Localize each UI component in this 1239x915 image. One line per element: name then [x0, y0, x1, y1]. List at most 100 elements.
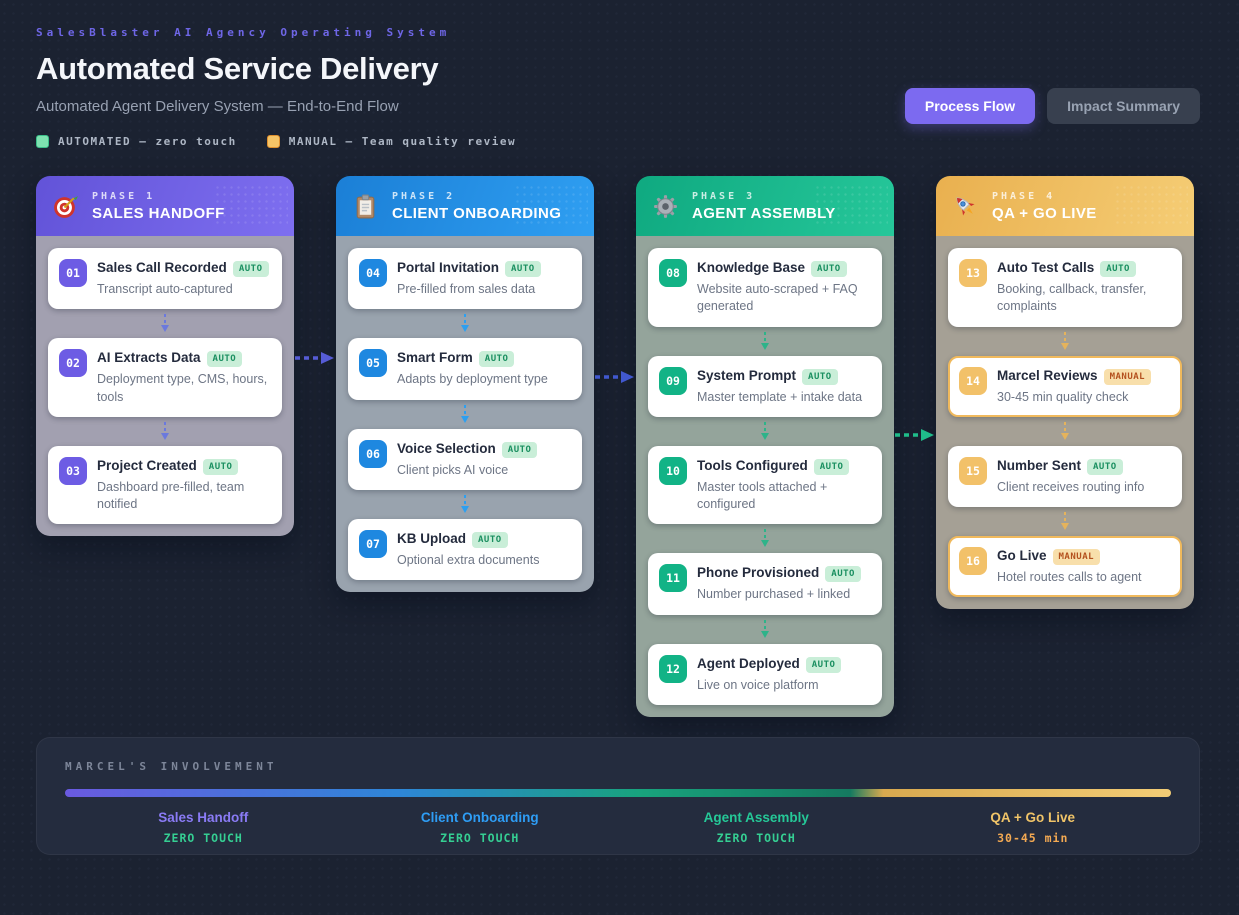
step-arrow-down-icon	[1060, 512, 1070, 531]
phase-header-text: PHASE 2CLIENT ONBOARDING	[392, 191, 561, 222]
step-card-04: 04Portal InvitationAUTOPre-filled from s…	[348, 248, 582, 309]
step-arrow-down-icon	[460, 314, 470, 333]
process-flow-tab[interactable]: Process Flow	[905, 88, 1035, 124]
phase-title: CLIENT ONBOARDING	[392, 205, 561, 222]
step-arrow-down-icon	[760, 332, 770, 351]
flow-arrow-right-icon	[295, 351, 335, 365]
step-title-row: Phone ProvisionedAUTO	[697, 564, 871, 582]
view-tabs: Process Flow Impact Summary	[905, 88, 1200, 124]
phase-body: 13Auto Test CallsAUTOBooking, callback, …	[936, 236, 1194, 609]
automated-swatch-icon	[36, 135, 49, 148]
step-arrow-down-icon	[1060, 422, 1070, 441]
step-description: Optional extra documents	[397, 552, 571, 569]
legend-label: MANUAL — Team quality review	[289, 135, 516, 148]
step-connector	[648, 417, 882, 446]
flow-arrow-right-icon	[895, 428, 935, 442]
involvement-phase-label: Agent Assembly	[618, 810, 895, 825]
auto-badge: AUTO	[502, 442, 538, 458]
step-card-12: 12 Agent DeployedAUTO Live on voice platfo…	[648, 644, 882, 705]
step-connector	[348, 309, 582, 338]
step-title: Sales Call Recorded	[97, 260, 227, 275]
step-number-badge: 13	[959, 259, 987, 287]
step-description: Number purchased + linked	[697, 586, 871, 603]
involvement-segment: Sales HandoffZERO TOUCH	[65, 810, 342, 845]
step-content: Portal InvitationAUTOPre-filled from sal…	[397, 259, 571, 298]
auto-badge: AUTO	[203, 459, 239, 475]
step-number-badge: 07	[359, 530, 387, 558]
step-arrow-down-icon	[1060, 332, 1070, 351]
impact-summary-tab[interactable]: Impact Summary	[1047, 88, 1200, 124]
auto-badge: AUTO	[207, 351, 243, 367]
dot-pattern	[214, 184, 288, 228]
involvement-panel: MARCEL'S INVOLVEMENT Sales HandoffZERO T…	[36, 737, 1200, 855]
auto-badge: AUTO	[505, 261, 541, 277]
phase-body: 08Knowledge BaseAUTOWebsite auto-scraped…	[636, 236, 894, 717]
rocket-icon	[952, 193, 979, 220]
step-content: System PromptAUTOMaster template + intak…	[697, 367, 871, 406]
step-title: Project Created	[97, 458, 197, 473]
step-card-07: 07KB UploadAUTOOptional extra documents	[348, 519, 582, 580]
step-title: AI Extracts Data	[97, 350, 201, 365]
legend-label: AUTOMATED — zero touch	[58, 135, 237, 148]
involvement-phase-value: 30-45 min	[895, 831, 1172, 845]
step-title: System Prompt	[697, 368, 796, 383]
step-number-badge: 05	[359, 349, 387, 377]
step-title-row: Knowledge BaseAUTO	[697, 259, 871, 277]
step-content: Voice SelectionAUTOClient picks AI voice	[397, 440, 571, 479]
step-title: Agent Deployed	[697, 656, 800, 671]
step-card-11: 11Phone ProvisionedAUTONumber purchased …	[648, 553, 882, 614]
step-title-row: Go LiveMANUAL	[997, 547, 1171, 565]
phase-column-4: PHASE 4QA + GO LIVE 13Auto Test CallsAUTO…	[936, 176, 1194, 609]
step-connector	[48, 417, 282, 446]
target-icon	[52, 193, 79, 220]
step-title-row: Project Created AUTO	[97, 457, 271, 475]
legend: AUTOMATED — zero touch MANUAL — Team qual…	[36, 135, 516, 148]
step-card-08: 08Knowledge BaseAUTOWebsite auto-scraped…	[648, 248, 882, 327]
step-description: Live on voice platform	[697, 677, 871, 694]
step-title-row: Number SentAUTO	[997, 457, 1171, 475]
step-connector	[648, 615, 882, 644]
step-number-badge: 09	[659, 367, 687, 395]
phase-header-text: PHASE 3AGENT ASSEMBLY	[692, 191, 836, 222]
phase-header: PHASE 3AGENT ASSEMBLY	[636, 176, 894, 236]
phase-header-text: PHASE 4QA + GO LIVE	[992, 191, 1097, 222]
step-number-badge: 12	[659, 655, 687, 683]
step-title: KB Upload	[397, 531, 466, 546]
step-content: Number SentAUTOClient receives routing i…	[997, 457, 1171, 496]
step-content: Smart FormAUTOAdapts by deployment type	[397, 349, 571, 388]
manual-badge: MANUAL	[1053, 549, 1101, 565]
step-description: Master template + intake data	[697, 389, 871, 406]
step-card-09: 09 System PromptAUTOMaster template + int…	[648, 356, 882, 417]
auto-badge: AUTO	[233, 261, 269, 277]
step-connector	[48, 309, 282, 338]
step-title: Marcel Reviews	[997, 368, 1098, 383]
step-card-01: 01Sales Call RecordedAUTOTranscript auto…	[48, 248, 282, 309]
involvement-phase-value: ZERO TOUCH	[65, 831, 342, 845]
gear-icon	[652, 193, 679, 220]
step-description: Adapts by deployment type	[397, 371, 571, 388]
step-connector	[948, 327, 1182, 356]
step-content: Project CreatedAUTODashboard pre-filled,…	[97, 457, 271, 514]
step-number-badge: 02	[59, 349, 87, 377]
phase-title: SALES HANDOFF	[92, 205, 225, 222]
step-title-row: Sales Call Recorded AUTO	[97, 259, 271, 277]
involvement-phase-label: Client Onboarding	[342, 810, 619, 825]
legend-item-manual: MANUAL — Team quality review	[267, 135, 516, 148]
auto-badge: AUTO	[1087, 459, 1123, 475]
auto-badge: AUTO	[814, 459, 850, 475]
step-number-badge: 06	[359, 440, 387, 468]
step-description: Booking, callback, transfer, complaints	[997, 281, 1171, 316]
step-description: Deployment type, CMS, hours, tools	[97, 371, 271, 406]
step-content: Go LiveMANUALHotel routes calls to agent	[997, 547, 1171, 586]
step-content: Knowledge BaseAUTO Website auto-scraped +…	[697, 259, 871, 316]
step-card-03: 03Project CreatedAUTODashboard pre-fille…	[48, 446, 282, 525]
step-connector	[948, 507, 1182, 536]
step-title-row: Agent DeployedAUTO	[697, 655, 871, 673]
step-description: Website auto-scraped + FAQ generated	[697, 281, 871, 316]
step-arrow-down-icon	[460, 405, 470, 424]
phase-title: QA + GO LIVE	[992, 205, 1097, 222]
step-content: Sales Call RecordedAUTOTranscript auto-c…	[97, 259, 271, 298]
step-title-row: Portal InvitationAUTO	[397, 259, 571, 277]
phase-column-1: PHASE 1SALES HANDOFF01Sales Call Recorde…	[36, 176, 294, 536]
step-connector	[948, 417, 1182, 446]
